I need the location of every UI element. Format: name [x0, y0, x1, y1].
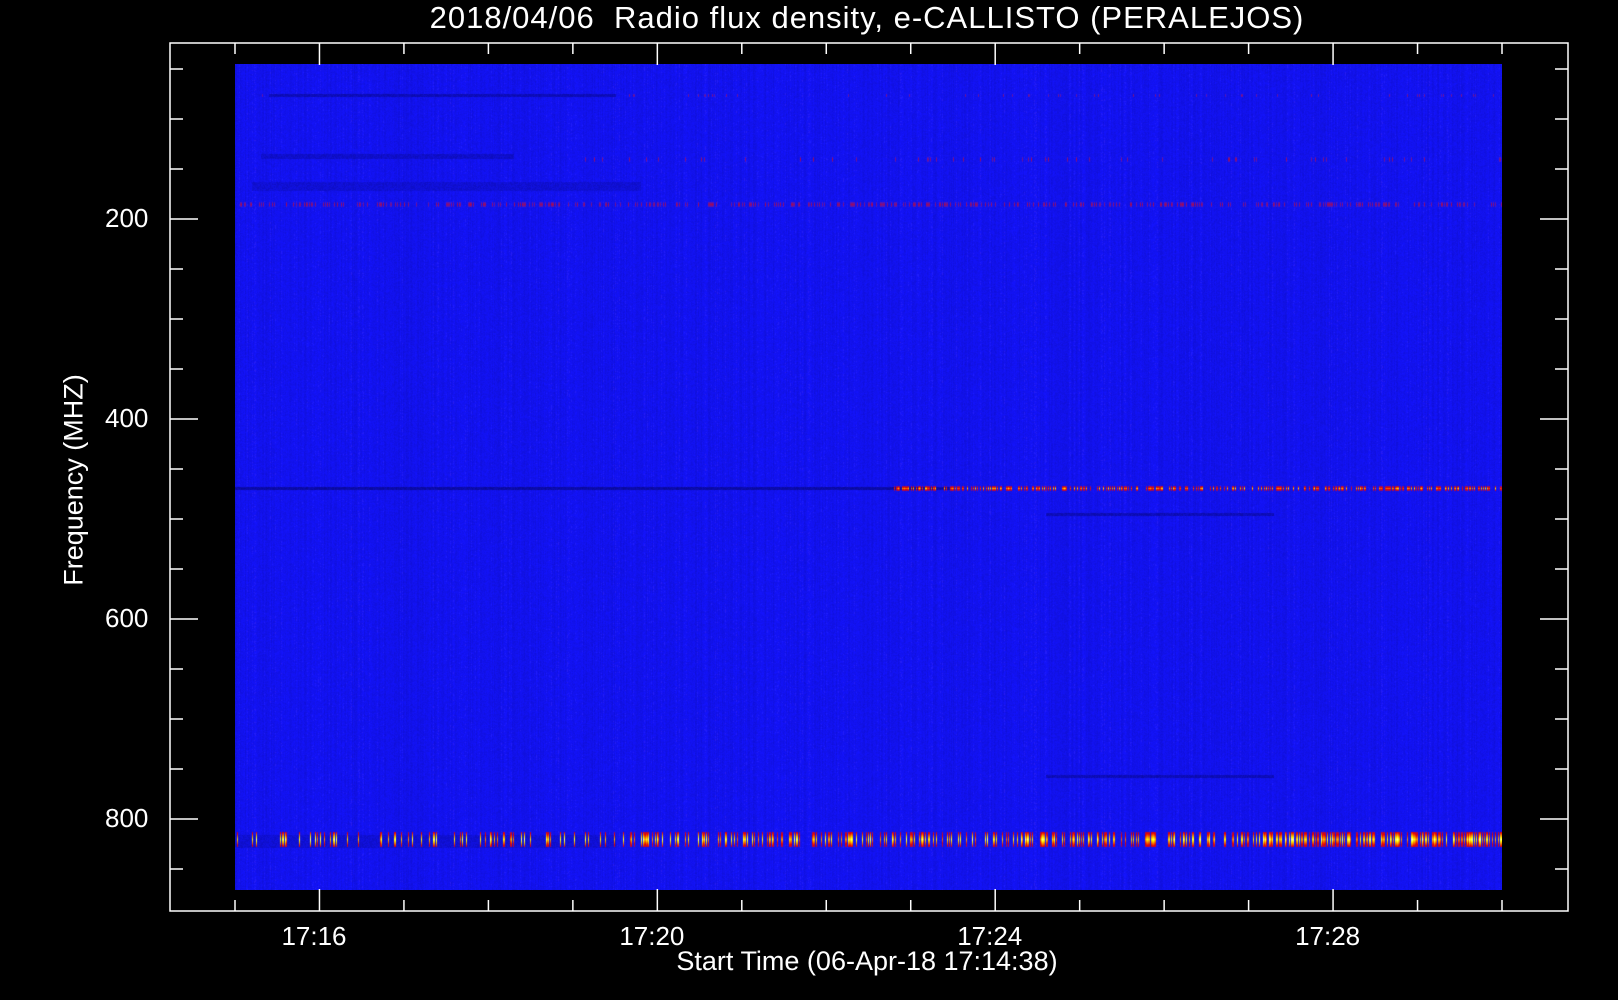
y-tick-label: 600 — [105, 603, 149, 633]
tick-marks — [170, 43, 1568, 911]
x-axis-label: Start Time (06-Apr-18 17:14:38) — [676, 946, 1058, 976]
chart-title: 2018/04/06 Radio flux density, e-CALLIST… — [429, 0, 1305, 35]
plot-axes — [169, 42, 1569, 912]
y-tick-label: 400 — [105, 403, 149, 433]
spectrogram-figure: 2018/04/06 Radio flux density, e-CALLIST… — [0, 0, 1618, 1000]
y-axis-label: Frequency (MHZ) — [58, 374, 89, 586]
plot-frame — [169, 42, 1569, 912]
y-tick-label: 200 — [105, 203, 149, 233]
y-tick-label: 800 — [105, 803, 149, 833]
